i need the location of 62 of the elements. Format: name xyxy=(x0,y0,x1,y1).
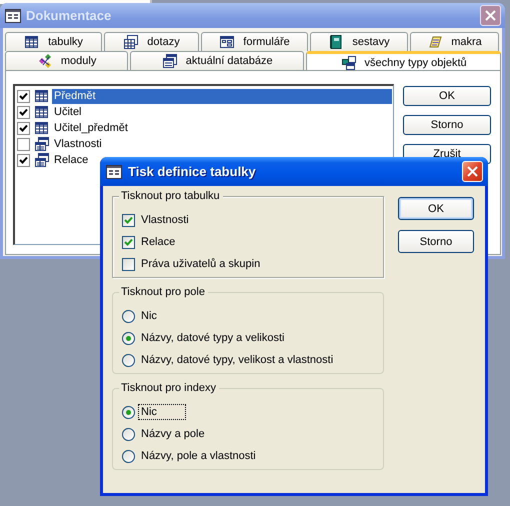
dialog-title: Tisk definice tabulky xyxy=(128,164,257,179)
option-label: Názvy a pole xyxy=(140,427,206,442)
list-item[interactable]: Předmět xyxy=(52,88,392,104)
tab[interactable]: dotazy xyxy=(104,32,199,51)
table-icon xyxy=(34,120,50,136)
option-label: Vlastnosti xyxy=(140,213,190,228)
checkbox[interactable] xyxy=(122,236,135,248)
diamonds-icon xyxy=(36,53,53,69)
tab[interactable]: tabulky xyxy=(5,32,102,51)
group-title: Tisknout pro pole xyxy=(119,286,208,299)
list-item[interactable]: Učitel xyxy=(52,104,82,120)
radio-button[interactable] xyxy=(122,406,135,418)
radio-button[interactable] xyxy=(122,354,135,366)
tab[interactable]: sestavy xyxy=(310,32,408,51)
option-label: Názvy, datové typy a velikosti xyxy=(140,331,286,346)
book-icon xyxy=(328,34,344,50)
stacked-windows-icon xyxy=(34,136,50,152)
radio-button[interactable] xyxy=(122,310,135,322)
window-icon xyxy=(5,8,21,22)
checkbox[interactable] xyxy=(17,106,30,118)
table-icon xyxy=(34,104,50,120)
list-item[interactable]: Učitel_předmět xyxy=(52,120,128,136)
dialog-button[interactable]: Storno xyxy=(398,230,474,253)
checkbox[interactable] xyxy=(17,138,30,150)
option-label: Nic xyxy=(140,309,158,324)
checkbox[interactable] xyxy=(17,90,30,102)
checkbox[interactable] xyxy=(17,154,30,166)
close-icon xyxy=(467,166,478,177)
stacked-tables-icon xyxy=(123,34,140,50)
option-label: Názvy, pole a vlastnosti xyxy=(140,449,257,464)
tab[interactable]: všechny typy objektů xyxy=(306,51,501,71)
option-label: Nic xyxy=(138,404,186,420)
option-label: Relace xyxy=(140,235,176,250)
close-button[interactable] xyxy=(480,5,501,26)
form-icon xyxy=(219,34,236,50)
table-icon xyxy=(34,88,50,104)
tab[interactable]: moduly xyxy=(5,51,128,70)
checkbox[interactable] xyxy=(122,258,135,270)
dialog-button[interactable]: Storno xyxy=(403,115,491,135)
window-icon xyxy=(106,164,122,178)
radio-button[interactable] xyxy=(122,450,135,462)
group-title: Tisknout pro indexy xyxy=(119,382,219,395)
checkbox[interactable] xyxy=(122,214,135,226)
tab[interactable]: aktuální databáze xyxy=(130,51,304,70)
table-icon xyxy=(24,34,40,50)
checkbox[interactable] xyxy=(17,122,30,134)
tab[interactable]: makra xyxy=(410,32,499,51)
radio-button[interactable] xyxy=(122,428,135,440)
option-label: Názvy, datové typy, velikost a vlastnosti xyxy=(140,353,334,368)
option-label: Práva uživatelů a skupin xyxy=(140,257,262,272)
radio-button[interactable] xyxy=(122,332,135,344)
stacked-windows-icon xyxy=(34,152,50,168)
stacked-windows-icon xyxy=(162,53,178,69)
list-item[interactable]: Relace xyxy=(52,152,88,168)
dialog-button[interactable]: OK xyxy=(403,86,491,106)
scroll-icon xyxy=(427,34,444,50)
list-item[interactable]: Vlastnosti xyxy=(52,136,102,152)
group-title: Tisknout pro tabulku xyxy=(119,190,223,203)
window-title: Dokumentace xyxy=(26,8,112,23)
close-icon xyxy=(485,10,496,21)
tab[interactable]: formuláře xyxy=(201,32,308,51)
dialog-button[interactable]: OK xyxy=(398,197,474,220)
